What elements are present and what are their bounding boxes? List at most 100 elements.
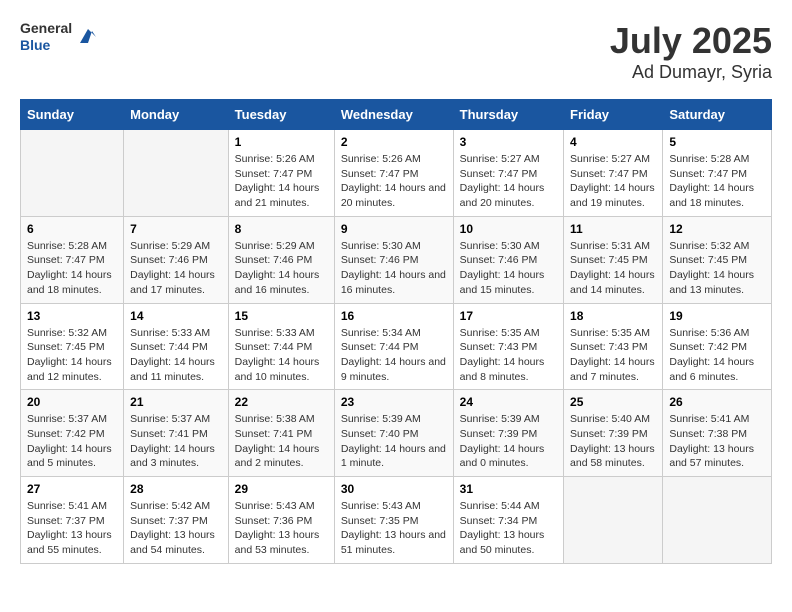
day-info: Sunrise: 5:38 AM Sunset: 7:41 PM Dayligh…	[235, 412, 328, 471]
day-info: Sunrise: 5:36 AM Sunset: 7:42 PM Dayligh…	[669, 326, 765, 385]
day-info: Sunrise: 5:44 AM Sunset: 7:34 PM Dayligh…	[460, 499, 557, 558]
calendar-cell: 16Sunrise: 5:34 AM Sunset: 7:44 PM Dayli…	[334, 303, 453, 390]
calendar-week-1: 6 Sunrise: 5:28 AM Sunset: 7:47 PM Daylig…	[21, 216, 772, 303]
calendar-cell: 30Sunrise: 5:43 AM Sunset: 7:35 PM Dayli…	[334, 477, 453, 564]
calendar-table: SundayMondayTuesdayWednesdayThursdayFrid…	[20, 99, 772, 564]
day-number: 1	[235, 135, 328, 149]
day-number: 2	[341, 135, 447, 149]
calendar-subtitle: Ad Dumayr, Syria	[610, 62, 772, 83]
day-number: 28	[130, 482, 222, 496]
page-header: General Blue July 2025 Ad Dumayr, Syria	[20, 20, 772, 83]
day-info: Sunrise: 5:26 AM Sunset: 7:47 PM Dayligh…	[235, 152, 328, 211]
day-number: 8	[235, 222, 328, 236]
day-number: 29	[235, 482, 328, 496]
calendar-cell: 8 Sunrise: 5:29 AM Sunset: 7:46 PM Daylig…	[228, 216, 334, 303]
day-number: 18	[570, 309, 656, 323]
header-wednesday: Wednesday	[334, 100, 453, 130]
calendar-cell: 15 Sunrise: 5:33 AM Sunset: 7:44 PM Dayli…	[228, 303, 334, 390]
day-info: Sunrise: 5:42 AM Sunset: 7:37 PM Dayligh…	[130, 499, 222, 558]
day-number: 24	[460, 395, 557, 409]
day-info: Sunrise: 5:35 AM Sunset: 7:43 PM Dayligh…	[570, 326, 656, 385]
day-number: 26	[669, 395, 765, 409]
calendar-cell: 18 Sunrise: 5:35 AM Sunset: 7:43 PM Dayli…	[564, 303, 663, 390]
logo-blue: Blue	[20, 37, 72, 54]
day-info: Sunrise: 5:41 AM Sunset: 7:37 PM Dayligh…	[27, 499, 117, 558]
day-info: Sunrise: 5:34 AM Sunset: 7:44 PM Dayligh…	[341, 326, 447, 385]
day-info: Sunrise: 5:39 AM Sunset: 7:39 PM Dayligh…	[460, 412, 557, 471]
day-number: 7	[130, 222, 222, 236]
day-number: 20	[27, 395, 117, 409]
logo-icon	[76, 25, 100, 49]
day-number: 31	[460, 482, 557, 496]
calendar-cell: 19 Sunrise: 5:36 AM Sunset: 7:42 PM Dayli…	[663, 303, 772, 390]
day-number: 17	[460, 309, 557, 323]
calendar-cell: 21 Sunrise: 5:37 AM Sunset: 7:41 PM Dayli…	[124, 390, 229, 477]
day-info: Sunrise: 5:35 AM Sunset: 7:43 PM Dayligh…	[460, 326, 557, 385]
calendar-cell: 24 Sunrise: 5:39 AM Sunset: 7:39 PM Dayli…	[453, 390, 563, 477]
calendar-cell: 1 Sunrise: 5:26 AM Sunset: 7:47 PM Daylig…	[228, 130, 334, 217]
day-info: Sunrise: 5:27 AM Sunset: 7:47 PM Dayligh…	[570, 152, 656, 211]
day-info: Sunrise: 5:32 AM Sunset: 7:45 PM Dayligh…	[669, 239, 765, 298]
calendar-header-row: SundayMondayTuesdayWednesdayThursdayFrid…	[21, 100, 772, 130]
calendar-cell: 25Sunrise: 5:40 AM Sunset: 7:39 PM Dayli…	[564, 390, 663, 477]
day-number: 27	[27, 482, 117, 496]
day-info: Sunrise: 5:28 AM Sunset: 7:47 PM Dayligh…	[27, 239, 117, 298]
header-saturday: Saturday	[663, 100, 772, 130]
day-number: 5	[669, 135, 765, 149]
calendar-cell: 3 Sunrise: 5:27 AM Sunset: 7:47 PM Daylig…	[453, 130, 563, 217]
calendar-cell: 4Sunrise: 5:27 AM Sunset: 7:47 PM Daylig…	[564, 130, 663, 217]
day-number: 23	[341, 395, 447, 409]
day-number: 15	[235, 309, 328, 323]
day-number: 14	[130, 309, 222, 323]
calendar-cell: 17 Sunrise: 5:35 AM Sunset: 7:43 PM Dayli…	[453, 303, 563, 390]
logo: General Blue	[20, 20, 100, 54]
day-info: Sunrise: 5:29 AM Sunset: 7:46 PM Dayligh…	[130, 239, 222, 298]
calendar-cell: 26Sunrise: 5:41 AM Sunset: 7:38 PM Dayli…	[663, 390, 772, 477]
day-number: 9	[341, 222, 447, 236]
calendar-cell: 14Sunrise: 5:33 AM Sunset: 7:44 PM Dayli…	[124, 303, 229, 390]
day-info: Sunrise: 5:43 AM Sunset: 7:36 PM Dayligh…	[235, 499, 328, 558]
calendar-cell: 22Sunrise: 5:38 AM Sunset: 7:41 PM Dayli…	[228, 390, 334, 477]
day-info: Sunrise: 5:29 AM Sunset: 7:46 PM Dayligh…	[235, 239, 328, 298]
calendar-cell: 27 Sunrise: 5:41 AM Sunset: 7:37 PM Dayli…	[21, 477, 124, 564]
day-number: 11	[570, 222, 656, 236]
day-info: Sunrise: 5:30 AM Sunset: 7:46 PM Dayligh…	[341, 239, 447, 298]
day-number: 12	[669, 222, 765, 236]
day-number: 13	[27, 309, 117, 323]
header-tuesday: Tuesday	[228, 100, 334, 130]
calendar-cell: 29 Sunrise: 5:43 AM Sunset: 7:36 PM Dayli…	[228, 477, 334, 564]
calendar-cell: 23 Sunrise: 5:39 AM Sunset: 7:40 PM Dayli…	[334, 390, 453, 477]
calendar-week-4: 27 Sunrise: 5:41 AM Sunset: 7:37 PM Dayli…	[21, 477, 772, 564]
calendar-week-2: 13Sunrise: 5:32 AM Sunset: 7:45 PM Dayli…	[21, 303, 772, 390]
calendar-week-3: 20 Sunrise: 5:37 AM Sunset: 7:42 PM Dayli…	[21, 390, 772, 477]
calendar-cell	[124, 130, 229, 217]
calendar-cell: 6 Sunrise: 5:28 AM Sunset: 7:47 PM Daylig…	[21, 216, 124, 303]
day-info: Sunrise: 5:26 AM Sunset: 7:47 PM Dayligh…	[341, 152, 447, 211]
calendar-cell: 31 Sunrise: 5:44 AM Sunset: 7:34 PM Dayli…	[453, 477, 563, 564]
day-number: 21	[130, 395, 222, 409]
header-friday: Friday	[564, 100, 663, 130]
day-info: Sunrise: 5:43 AM Sunset: 7:35 PM Dayligh…	[341, 499, 447, 558]
day-number: 3	[460, 135, 557, 149]
day-info: Sunrise: 5:31 AM Sunset: 7:45 PM Dayligh…	[570, 239, 656, 298]
calendar-cell: 5Sunrise: 5:28 AM Sunset: 7:47 PM Daylig…	[663, 130, 772, 217]
day-number: 10	[460, 222, 557, 236]
day-number: 6	[27, 222, 117, 236]
calendar-cell	[663, 477, 772, 564]
calendar-week-0: 1 Sunrise: 5:26 AM Sunset: 7:47 PM Daylig…	[21, 130, 772, 217]
calendar-cell: 20 Sunrise: 5:37 AM Sunset: 7:42 PM Dayli…	[21, 390, 124, 477]
day-info: Sunrise: 5:27 AM Sunset: 7:47 PM Dayligh…	[460, 152, 557, 211]
calendar-title: July 2025	[610, 20, 772, 62]
title-block: July 2025 Ad Dumayr, Syria	[610, 20, 772, 83]
day-info: Sunrise: 5:37 AM Sunset: 7:42 PM Dayligh…	[27, 412, 117, 471]
logo-text: General Blue	[20, 20, 72, 54]
day-info: Sunrise: 5:33 AM Sunset: 7:44 PM Dayligh…	[235, 326, 328, 385]
day-info: Sunrise: 5:37 AM Sunset: 7:41 PM Dayligh…	[130, 412, 222, 471]
day-info: Sunrise: 5:39 AM Sunset: 7:40 PM Dayligh…	[341, 412, 447, 471]
day-number: 19	[669, 309, 765, 323]
calendar-cell: 10Sunrise: 5:30 AM Sunset: 7:46 PM Dayli…	[453, 216, 563, 303]
calendar-cell	[564, 477, 663, 564]
calendar-cell: 28 Sunrise: 5:42 AM Sunset: 7:37 PM Dayli…	[124, 477, 229, 564]
day-info: Sunrise: 5:40 AM Sunset: 7:39 PM Dayligh…	[570, 412, 656, 471]
calendar-cell: 12 Sunrise: 5:32 AM Sunset: 7:45 PM Dayli…	[663, 216, 772, 303]
